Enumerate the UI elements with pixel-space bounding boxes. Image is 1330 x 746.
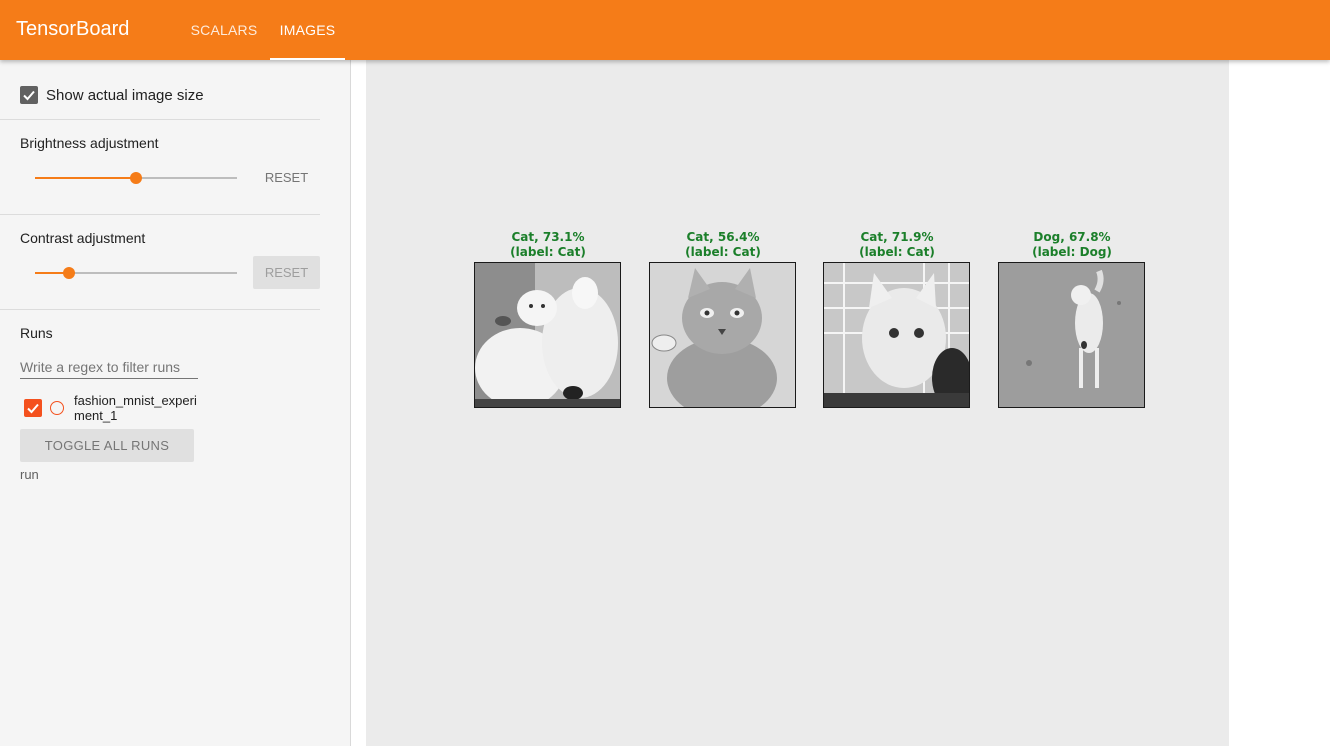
run-footer-label: run	[20, 467, 39, 482]
divider	[0, 309, 320, 310]
tensorboard-app: TensorBoard SCALARS IMAGES Show actual i…	[0, 0, 1330, 746]
tab-scalars-label: SCALARS	[190, 22, 258, 38]
app-title: TensorBoard	[16, 18, 130, 40]
brightness-slider[interactable]	[35, 172, 237, 184]
label-text: (label: Dog)	[1032, 245, 1112, 259]
tab-images[interactable]: IMAGES	[270, 0, 345, 60]
image-card: Dog, 67.8% (label: Dog)	[998, 230, 1146, 408]
brightness-reset-button[interactable]: RESET	[253, 161, 320, 194]
dog-image[interactable]	[998, 262, 1145, 408]
brightness-slider-thumb[interactable]	[130, 172, 142, 184]
run-color-radio[interactable]	[50, 401, 64, 415]
contrast-reset-button[interactable]: RESET	[253, 256, 320, 289]
run-name-line1: fashion_mnist_experi	[74, 393, 197, 408]
prediction-text: Cat, 56.4%	[686, 230, 760, 244]
image-card: Cat, 71.9% (label: Cat)	[823, 230, 971, 408]
run-name-line2: ment_1	[74, 408, 118, 423]
cat-image[interactable]	[649, 262, 796, 408]
label-text: (label: Cat)	[859, 245, 935, 259]
image-caption: Cat, 71.9% (label: Cat)	[823, 230, 971, 262]
prediction-text: Cat, 73.1%	[511, 230, 585, 244]
image-card: Cat, 56.4% (label: Cat)	[649, 230, 797, 408]
brightness-label: Brightness adjustment	[20, 135, 159, 151]
tab-images-label: IMAGES	[279, 22, 336, 38]
image-card: Cat, 73.1% (label: Cat)	[474, 230, 622, 408]
top-app-bar: TensorBoard SCALARS IMAGES	[0, 0, 1330, 60]
tab-scalars[interactable]: SCALARS	[178, 0, 270, 60]
contrast-slider-thumb[interactable]	[63, 267, 76, 279]
run-filter-input[interactable]	[20, 356, 198, 379]
label-text: (label: Cat)	[510, 245, 586, 259]
divider	[0, 119, 320, 120]
toggle-all-runs-button[interactable]: TOGGLE ALL RUNS	[20, 429, 194, 462]
active-tab-indicator	[270, 58, 345, 60]
image-caption: Cat, 73.1% (label: Cat)	[474, 230, 622, 262]
contrast-label: Contrast adjustment	[20, 230, 146, 246]
prediction-text: Dog, 67.8%	[1033, 230, 1111, 244]
runs-title: Runs	[20, 325, 53, 341]
label-text: (label: Cat)	[685, 245, 761, 259]
brightness-slider-fill	[35, 177, 136, 179]
image-caption: Cat, 56.4% (label: Cat)	[649, 230, 797, 262]
check-icon	[23, 90, 35, 101]
divider	[0, 214, 320, 215]
image-panel: Cat, 73.1% (label: Cat) Cat, 56.4% (labe…	[366, 60, 1229, 746]
cat-image[interactable]	[823, 262, 970, 408]
run-checkbox[interactable]	[24, 399, 42, 417]
run-name[interactable]: fashion_mnist_experi ment_1	[74, 393, 197, 423]
cat-image[interactable]	[474, 262, 621, 408]
check-icon	[27, 403, 39, 414]
show-actual-size-checkbox[interactable]	[20, 86, 38, 104]
contrast-slider[interactable]	[35, 267, 237, 279]
image-caption: Dog, 67.8% (label: Dog)	[998, 230, 1146, 262]
show-actual-size-label: Show actual image size	[46, 87, 204, 104]
prediction-text: Cat, 71.9%	[860, 230, 934, 244]
sidebar: Show actual image size Brightness adjust…	[0, 60, 351, 746]
